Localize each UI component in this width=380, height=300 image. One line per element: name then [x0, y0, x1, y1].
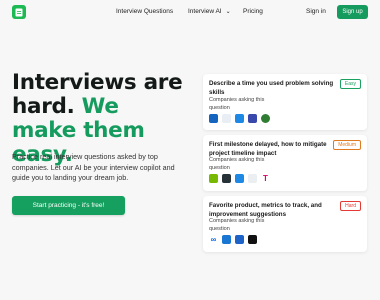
- companies-asking-label: Companies asking this question: [209, 218, 265, 232]
- company-logo-grid-icon: [248, 174, 257, 183]
- difficulty-badge: Hard: [340, 201, 361, 211]
- start-practicing-button[interactable]: Start practicing - it's free!: [12, 196, 125, 215]
- hero-subtitle: Practice real interview questions asked …: [12, 152, 175, 182]
- companies-asking-label: Companies asking this question: [209, 97, 265, 111]
- company-logo-navy-icon: [248, 114, 257, 123]
- company-logo-black-icon: [248, 235, 257, 244]
- chevron-down-icon: ⌄: [225, 9, 231, 15]
- question-text: Describe a time you used problem solving…: [209, 80, 334, 96]
- document-logo-icon: [15, 8, 23, 16]
- company-logos: [209, 114, 270, 123]
- companies-asking-label: Companies asking this question: [209, 157, 265, 171]
- difficulty-badge: Easy: [339, 79, 361, 89]
- company-logo-blue-mark-icon: [235, 235, 244, 244]
- nav-pricing[interactable]: Pricing: [243, 8, 263, 15]
- difficulty-badge: Medium: [333, 140, 361, 150]
- company-logo-green-icon: [209, 174, 218, 183]
- question-card-medium[interactable]: First milestone delayed, how to mitigate…: [203, 135, 367, 191]
- nav-interview-questions[interactable]: Interview Questions: [116, 8, 173, 15]
- company-logo-blue-circle-icon: [209, 114, 218, 123]
- question-text: Favorite product, metrics to track, and …: [209, 202, 322, 218]
- question-card-hard[interactable]: Favorite product, metrics to track, and …: [203, 196, 367, 252]
- company-logo-meta-icon: ∞: [209, 235, 218, 244]
- sign-up-button[interactable]: Sign up: [337, 5, 368, 19]
- top-nav: Interview Questions Interview AI ⌄ Pricin…: [0, 0, 380, 24]
- company-logo-light-wordmark-icon: [222, 114, 231, 123]
- question-text: First milestone delayed, how to mitigate…: [209, 141, 327, 157]
- company-logo-cyan-icon: [235, 114, 244, 123]
- sign-in-link[interactable]: Sign in: [306, 8, 326, 15]
- company-logo-blue-square-icon: [222, 235, 231, 244]
- nav-interview-ai[interactable]: Interview AI ⌄: [188, 8, 231, 15]
- brand-logo[interactable]: [12, 5, 26, 19]
- company-logo-t-magenta-icon: T: [263, 174, 268, 183]
- company-logos: T: [209, 174, 270, 183]
- question-card-easy[interactable]: Describe a time you used problem solving…: [203, 74, 367, 130]
- company-logo-green-emblem-icon: [261, 114, 270, 123]
- company-logo-dark-icon: [222, 174, 231, 183]
- company-logo-blue-icon: [235, 174, 244, 183]
- nav-interview-ai-label: Interview AI: [188, 8, 222, 15]
- company-logos: ∞: [209, 235, 257, 244]
